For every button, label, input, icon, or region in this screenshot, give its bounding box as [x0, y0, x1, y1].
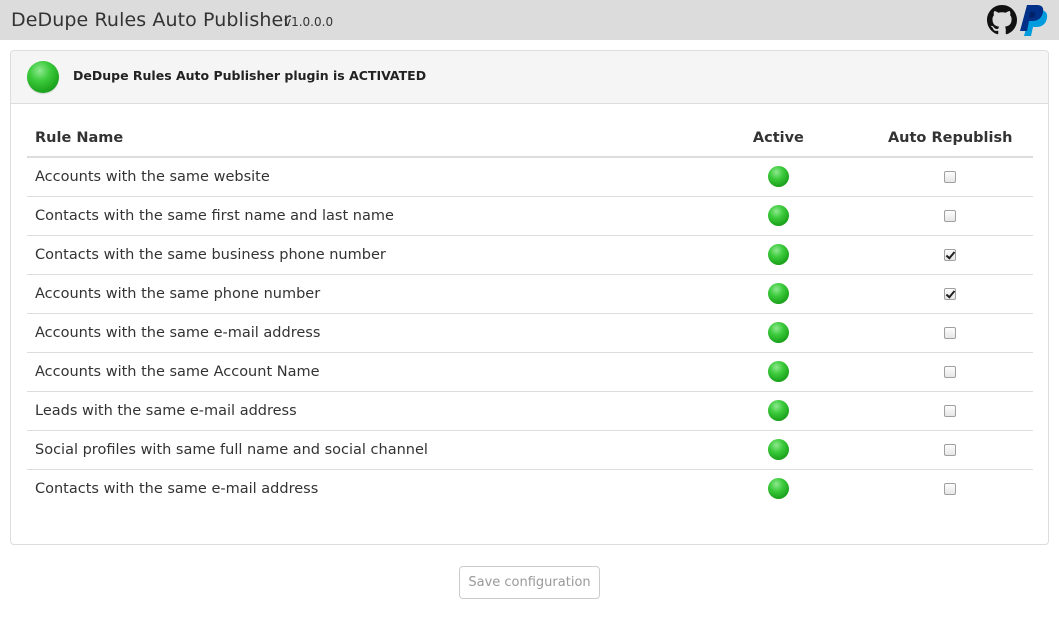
rule-active-cell: [689, 157, 867, 196]
active-status-icon: [767, 244, 789, 265]
table-row: Leads with the same e-mail address: [27, 390, 1033, 430]
rule-auto-republish-cell: [867, 351, 1033, 391]
table-row: Contacts with the same business phone nu…: [27, 234, 1033, 274]
auto-republish-checkbox[interactable]: [944, 443, 957, 456]
table-row: Contacts with the same e-mail address: [27, 468, 1033, 508]
rule-name: Social profiles with same full name and …: [27, 429, 690, 469]
table-row: Contacts with the same first name and la…: [27, 195, 1033, 235]
auto-republish-checkbox[interactable]: [944, 326, 957, 339]
rule-active-cell: [689, 234, 868, 274]
table-row: Accounts with the same Account Name: [27, 351, 1033, 391]
active-status-icon: [767, 166, 789, 188]
rule-active-cell: [689, 429, 868, 469]
rule-active-cell: [689, 468, 868, 508]
rule-auto-republish-cell: [867, 273, 1033, 313]
rule-name: Contacts with the same first name and la…: [27, 195, 690, 235]
auto-republish-checkbox[interactable]: [944, 365, 957, 378]
column-header-auto-republish: Auto Republish: [867, 119, 1033, 158]
table-row: Accounts with the same website: [27, 157, 1033, 196]
rule-auto-republish-cell: [867, 312, 1033, 352]
rule-auto-republish-cell: [867, 390, 1033, 430]
rule-name: Contacts with the same business phone nu…: [27, 234, 690, 274]
rule-auto-republish-cell: [867, 157, 1033, 196]
rule-name: Accounts with the same Account Name: [27, 351, 690, 391]
paypal-icon[interactable]: [1019, 4, 1049, 37]
rule-name: Accounts with the same e-mail address: [27, 312, 690, 352]
rule-active-cell: [689, 390, 868, 430]
table-header-row: Rule Name Active Auto Republish: [27, 119, 1033, 158]
active-status-icon: [767, 439, 789, 460]
auto-republish-checkbox[interactable]: [944, 287, 957, 300]
active-status-icon: [767, 400, 789, 421]
table-row: Accounts with the same phone number: [27, 273, 1033, 313]
rule-auto-republish-cell: [867, 234, 1033, 274]
active-status-icon: [767, 322, 789, 343]
status-text: DeDupe Rules Auto Publisher plugin is AC…: [73, 68, 427, 83]
auto-republish-checkbox[interactable]: [944, 482, 957, 495]
rule-active-cell: [689, 195, 868, 235]
github-icon[interactable]: [987, 5, 1017, 35]
active-status-icon: [767, 361, 789, 382]
auto-republish-checkbox[interactable]: [944, 404, 957, 417]
save-configuration-button[interactable]: Save configuration: [459, 566, 600, 599]
rules-table: Rule Name Active Auto Republish Accounts…: [27, 119, 1033, 508]
active-status-icon: [767, 205, 789, 226]
rule-name: Accounts with the same website: [35, 168, 270, 185]
table-row: Accounts with the same e-mail address: [27, 312, 1033, 352]
rules-panel: DeDupe Rules Auto Publisher plugin is AC…: [10, 50, 1049, 545]
app-version: v1.0.0.0: [284, 15, 334, 29]
table-row: Social profiles with same full name and …: [27, 429, 1033, 469]
column-header-rule-name: Rule Name: [27, 119, 690, 158]
rule-auto-republish-cell: [867, 429, 1033, 469]
rule-active-cell: [689, 273, 868, 313]
rule-active-cell: [689, 312, 868, 352]
app-title: DeDupe Rules Auto Publisher: [11, 9, 292, 31]
rule-auto-republish-cell: [867, 468, 1033, 508]
status-indicator-icon: [27, 61, 59, 93]
column-header-active: Active: [689, 119, 868, 158]
rule-active-cell: [689, 351, 868, 391]
auto-republish-checkbox[interactable]: [944, 248, 957, 261]
auto-republish-checkbox[interactable]: [944, 170, 957, 183]
active-status-icon: [767, 478, 789, 500]
active-status-icon: [767, 283, 789, 304]
rule-name: Leads with the same e-mail address: [27, 390, 690, 430]
rule-name: Accounts with the same phone number: [27, 273, 690, 313]
rule-auto-republish-cell: [867, 195, 1033, 235]
status-header: DeDupe Rules Auto Publisher plugin is AC…: [11, 51, 1048, 104]
rule-name: Contacts with the same e-mail address: [27, 468, 690, 508]
top-bar: DeDupe Rules Auto Publisher v1.0.0.0: [0, 0, 1059, 40]
auto-republish-checkbox[interactable]: [944, 209, 957, 222]
